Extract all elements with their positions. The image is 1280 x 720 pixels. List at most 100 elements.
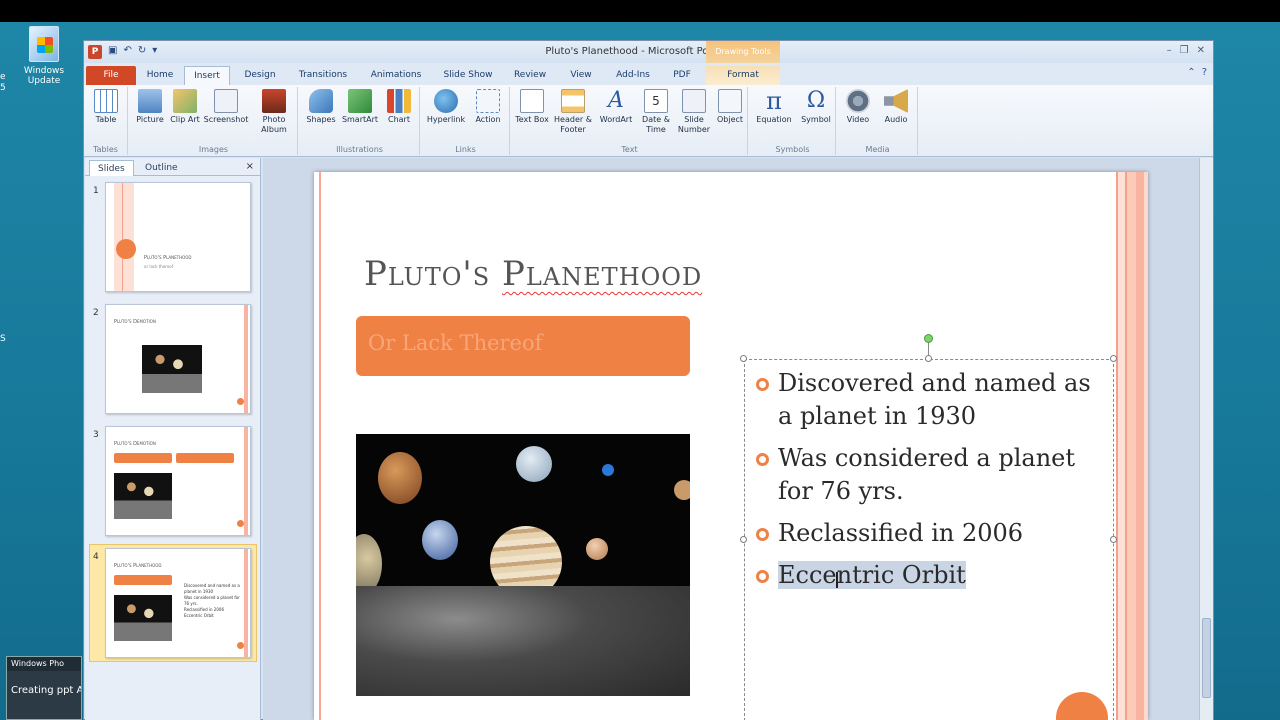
- thumb-planets-image: [114, 473, 172, 519]
- slide-canvas[interactable]: Pluto's Planethood Or Lack Thereof Disco…: [314, 172, 1148, 720]
- planets-image[interactable]: [356, 434, 690, 696]
- resize-handle-top-left[interactable]: [740, 355, 747, 362]
- slide-thumbnail-4[interactable]: Pluto's Planethood Discovered and named …: [105, 548, 251, 658]
- picture-button[interactable]: Picture: [132, 89, 168, 125]
- bullet-list[interactable]: Discovered and named as a planet in 1930…: [754, 367, 1104, 601]
- tab-view[interactable]: View: [560, 66, 602, 85]
- date-time-button[interactable]: 5 Date & Time: [638, 89, 674, 135]
- resize-handle-right[interactable]: [1110, 536, 1117, 543]
- tab-home[interactable]: Home: [140, 66, 180, 85]
- slide-number-3: 3: [93, 430, 99, 440]
- video-button[interactable]: Video: [840, 89, 876, 125]
- windows-update-label-1: Windows: [23, 66, 65, 76]
- text-box-button[interactable]: Text Box: [514, 89, 550, 125]
- title-word-1: Pluto's: [364, 254, 491, 294]
- wordart-button[interactable]: A WordArt: [596, 89, 636, 125]
- thumb-band: [244, 549, 248, 657]
- windows-update-label-2: Update: [27, 76, 61, 86]
- vertical-scrollbar[interactable]: [1199, 158, 1213, 720]
- screenshot-button[interactable]: Screenshot: [202, 89, 250, 125]
- taskbar-thumbnail-preview[interactable]: Windows Pho Creating ppt A: [6, 656, 82, 720]
- restore-icon[interactable]: ❐: [1180, 45, 1189, 56]
- subtitle-box[interactable]: Or Lack Thereof: [356, 316, 690, 376]
- photo-album-button[interactable]: Photo Album: [252, 89, 296, 135]
- picture-label: Picture: [136, 115, 164, 124]
- tab-design[interactable]: Design: [236, 66, 284, 85]
- bullet-circle-icon: [756, 453, 769, 466]
- tab-insert[interactable]: Insert: [184, 66, 230, 85]
- rotation-handle[interactable]: [924, 334, 933, 343]
- chart-button[interactable]: Chart: [382, 89, 416, 125]
- planet-uranus: [516, 446, 552, 482]
- tab-slides[interactable]: Slides: [89, 160, 134, 176]
- object-button[interactable]: Object: [714, 89, 746, 125]
- header-footer-icon: [561, 89, 585, 113]
- window-controls: – ❐ ✕: [1167, 45, 1205, 56]
- clip-art-icon: [173, 89, 197, 113]
- tab-slide-show[interactable]: Slide Show: [436, 66, 500, 85]
- group-tables: Table Tables: [84, 87, 128, 155]
- tab-add-ins[interactable]: Add-Ins: [608, 66, 658, 85]
- resize-handle-top[interactable]: [925, 355, 932, 362]
- picture-icon: [138, 89, 162, 113]
- planet-mars: [378, 452, 422, 504]
- bullet-item[interactable]: Discovered and named as a planet in 1930: [754, 367, 1104, 433]
- group-text: Text Box Header & Footer A WordArt 5 Dat…: [512, 87, 748, 155]
- thumb-planets-image: [142, 345, 202, 393]
- equation-label: Equation: [756, 115, 792, 124]
- close-icon[interactable]: ✕: [1197, 45, 1205, 56]
- header-footer-button[interactable]: Header & Footer: [552, 89, 594, 135]
- bullet-item[interactable]: Was considered a planet for 76 yrs.: [754, 442, 1104, 508]
- slide-thumbnail-2[interactable]: Pluto's Demotion: [105, 304, 251, 414]
- slides-pane: Slides Outline × 1 Pluto's Planethood or…: [85, 158, 261, 720]
- table-button[interactable]: Table: [90, 89, 122, 125]
- clip-art-label: Clip Art: [170, 115, 200, 124]
- group-symbols: π Equation Ω Symbol Symbols: [750, 87, 836, 155]
- object-icon: [718, 89, 742, 113]
- tab-pdf[interactable]: PDF: [664, 66, 700, 85]
- contextual-tab-header: Drawing Tools: [706, 41, 780, 63]
- windows-update-shortcut[interactable]: Windows Update: [22, 26, 66, 86]
- tab-file[interactable]: File: [86, 66, 136, 85]
- resize-handle-top-right[interactable]: [1110, 355, 1117, 362]
- table-label: Table: [95, 115, 117, 124]
- slide-thumbnail-3[interactable]: Pluto's Demotion: [105, 426, 251, 536]
- slide-title[interactable]: Pluto's Planethood: [364, 254, 702, 294]
- tab-format[interactable]: Format: [706, 66, 780, 85]
- thumb-title: Pluto's Demotion: [114, 319, 156, 325]
- window-title: Pluto's Planethood - Microsoft PowerPoin…: [545, 46, 752, 57]
- help-icon[interactable]: ?: [1202, 67, 1207, 78]
- thumb-decor-band: [114, 183, 134, 291]
- slide-left-accent-line: [319, 172, 321, 720]
- clip-art-button[interactable]: Clip Art: [170, 89, 200, 125]
- group-label-illustrations: Illustrations: [336, 145, 383, 154]
- screenshot-label: Screenshot: [203, 115, 249, 124]
- slide-number-button[interactable]: Slide Number: [676, 89, 712, 135]
- minimize-ribbon-icon[interactable]: ⌃: [1187, 67, 1195, 78]
- audio-button[interactable]: Audio: [878, 89, 914, 125]
- slide-thumbnail-1[interactable]: Pluto's Planethood or lack thereof: [105, 182, 251, 292]
- tab-animations[interactable]: Animations: [364, 66, 428, 85]
- tab-outline[interactable]: Outline: [137, 160, 186, 176]
- desktop-edge-text: 5: [0, 83, 6, 93]
- bullet-item-selected[interactable]: Eccentric Orbit: [754, 559, 1104, 592]
- photo-album-label: Photo Album: [261, 115, 287, 134]
- thumb-band: [244, 305, 248, 413]
- smartart-button[interactable]: SmartArt: [340, 89, 380, 125]
- resize-handle-left[interactable]: [740, 536, 747, 543]
- hyperlink-label: Hyperlink: [426, 115, 466, 124]
- equation-button[interactable]: π Equation: [752, 89, 796, 125]
- thumb-bullets: Discovered and named as a planet in 1930…: [184, 583, 244, 619]
- scrollbar-thumb[interactable]: [1202, 618, 1211, 698]
- thumb-bar-left: [114, 453, 172, 463]
- hyperlink-button[interactable]: Hyperlink: [424, 89, 468, 125]
- close-pane-icon[interactable]: ×: [246, 161, 254, 172]
- tab-review[interactable]: Review: [508, 66, 552, 85]
- action-button[interactable]: Action: [470, 89, 506, 125]
- minimize-icon[interactable]: –: [1167, 45, 1172, 56]
- shapes-button[interactable]: Shapes: [304, 89, 338, 125]
- title-bar: P ▣ ↶ ↻ ▾ Pluto's Planethood - Microsoft…: [84, 41, 1213, 63]
- tab-transitions[interactable]: Transitions: [290, 66, 356, 85]
- symbol-button[interactable]: Ω Symbol: [798, 89, 834, 125]
- bullet-item[interactable]: Reclassified in 2006: [754, 517, 1104, 550]
